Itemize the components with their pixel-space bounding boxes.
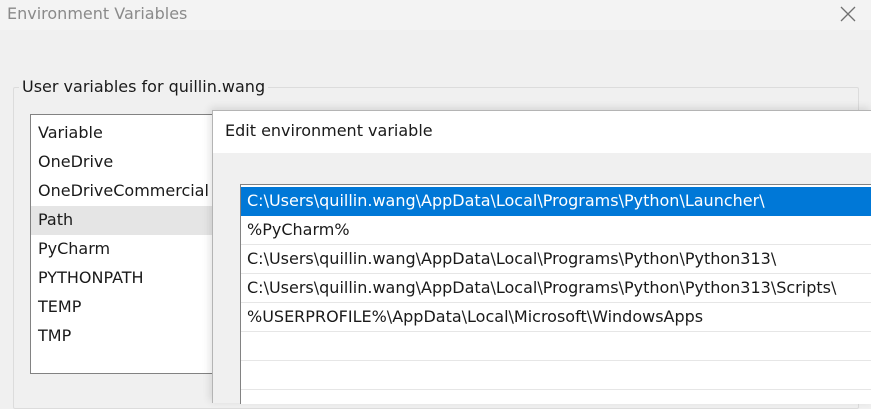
variable-name: TMP (38, 326, 72, 345)
path-entry[interactable]: C:\Users\quillin.wang\AppData\Local\Prog… (241, 187, 871, 216)
variable-row-tmp[interactable]: TMP (31, 322, 231, 351)
variable-name: OneDrive (38, 152, 114, 171)
dialog-title-bar: Edit environment variable (213, 111, 871, 153)
variable-row-pythonpath[interactable]: PYTHONPATH (31, 264, 231, 293)
path-entry[interactable]: %PyCharm% (241, 216, 871, 245)
path-entry[interactable]: %USERPROFILE%\AppData\Local\Microsoft\Wi… (241, 303, 871, 332)
empty-path-row[interactable] (241, 332, 871, 361)
title-bar: Environment Variables (0, 0, 871, 30)
user-variables-group-label: User variables for quillin.wang (19, 77, 269, 96)
path-entry-text: %PyCharm% (247, 220, 350, 239)
variable-column-header-label: Variable (38, 123, 103, 142)
variable-row-path[interactable]: Path (31, 206, 231, 235)
variable-name: PYTHONPATH (38, 268, 144, 287)
variable-name: Path (38, 210, 74, 229)
variable-row-temp[interactable]: TEMP (31, 293, 231, 322)
variable-row-onedrive[interactable]: OneDrive (31, 148, 231, 177)
close-button[interactable] (825, 0, 871, 30)
variable-name: PyCharm (38, 239, 111, 258)
path-entry[interactable]: C:\Users\quillin.wang\AppData\Local\Prog… (241, 245, 871, 274)
window-title: Environment Variables (7, 4, 188, 23)
path-entry-text: C:\Users\quillin.wang\AppData\Local\Prog… (247, 278, 837, 297)
variable-row-pycharm[interactable]: PyCharm (31, 235, 231, 264)
path-entry-text: C:\Users\quillin.wang\AppData\Local\Prog… (247, 249, 777, 268)
path-entry-text: C:\Users\quillin.wang\AppData\Local\Prog… (247, 191, 765, 210)
variable-name: TEMP (38, 297, 82, 316)
close-icon (840, 6, 856, 22)
edit-environment-variable-dialog: Edit environment variable C:\Users\quill… (212, 110, 871, 404)
variable-column-header[interactable]: Variable (31, 115, 231, 149)
path-entries-list[interactable]: C:\Users\quillin.wang\AppData\Local\Prog… (240, 184, 871, 404)
empty-path-row[interactable] (241, 361, 871, 390)
variable-row-onedrivecommercial[interactable]: OneDriveCommercial (31, 177, 231, 206)
dialog-title: Edit environment variable (225, 121, 433, 140)
user-variables-list[interactable]: Variable OneDrive OneDriveCommercial Pat… (30, 114, 232, 374)
path-entry[interactable]: C:\Users\quillin.wang\AppData\Local\Prog… (241, 274, 871, 303)
path-entry-text: %USERPROFILE%\AppData\Local\Microsoft\Wi… (247, 307, 704, 326)
variable-name: OneDriveCommercial (38, 181, 209, 200)
